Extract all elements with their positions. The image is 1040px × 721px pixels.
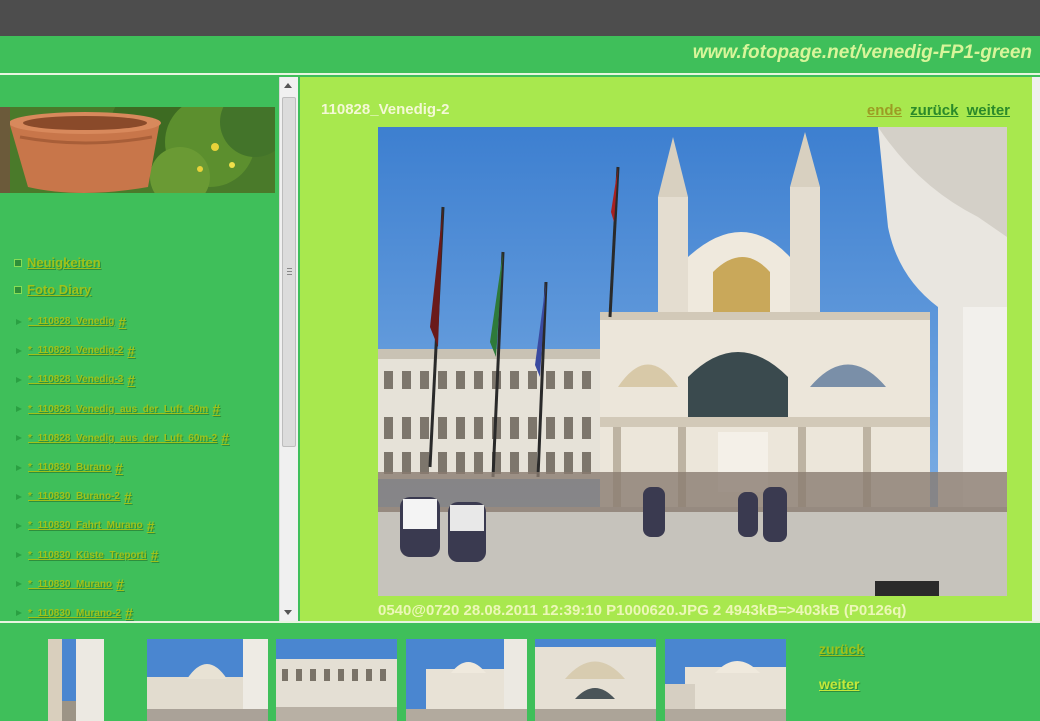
grip-icon <box>287 268 292 275</box>
pager: ende zurück weiter <box>863 102 1010 119</box>
filmstrip-back-link[interactable]: zurück <box>819 641 864 657</box>
sidebar-subitem-label[interactable]: * 110828_Venedig-3 <box>28 374 123 385</box>
arrow-bullet-icon <box>16 406 22 413</box>
sidebar-flowerpot-photo <box>0 107 275 193</box>
permalink-hash[interactable]: # <box>147 518 155 534</box>
site-url: www.fotopage.net/venedig-FP1-green <box>692 42 1032 63</box>
arrow-bullet-icon <box>16 522 22 529</box>
square-bullet-icon <box>14 285 22 294</box>
scrollbar-thumb[interactable] <box>282 97 296 447</box>
sidebar-subitem[interactable]: * 110830_Murano-2 # <box>14 599 274 621</box>
sidebar-subitem-label[interactable]: * 110828_Venedig_aus_der_Luft_60m-2 <box>28 433 217 444</box>
sidebar-subitem-label[interactable]: * 110830_Murano-2 <box>28 608 121 619</box>
permalink-hash[interactable]: # <box>212 401 220 417</box>
arrow-bullet-icon <box>16 376 22 383</box>
browser-top-bar <box>0 0 1040 36</box>
sidebar-item-label[interactable]: Neuigkeiten <box>27 255 101 270</box>
sidebar-scrollbar[interactable] <box>279 77 298 621</box>
arrow-bullet-icon <box>16 435 22 442</box>
permalink-hash[interactable]: # <box>221 430 229 446</box>
sidebar-subitem[interactable]: * 110830_Küste_Treporti # <box>14 541 274 570</box>
filmstrip: zurück weiter <box>0 621 1040 721</box>
sidebar-subitem[interactable]: * 110830_Burano-2 # <box>14 482 274 511</box>
permalink-hash[interactable]: # <box>151 547 159 563</box>
filmstrip-thumbnail[interactable] <box>406 639 527 721</box>
sidebar-item-foto-diary[interactable]: Foto Diary <box>14 276 274 303</box>
filmstrip-thumbnail[interactable] <box>665 639 786 721</box>
sidebar-subitem-label[interactable]: * 110828_Venedig-2 <box>28 345 123 356</box>
arrow-bullet-icon <box>16 581 22 588</box>
permalink-hash[interactable]: # <box>116 576 124 592</box>
photo-title: 110828_Venedig-2 <box>321 101 450 118</box>
sidebar-subitem-label[interactable]: * 110830_Burano <box>28 462 111 473</box>
arrow-bullet-icon <box>16 493 22 500</box>
sidebar-item-neuigkeiten[interactable]: Neuigkeiten <box>14 249 274 276</box>
filmstrip-thumbnail[interactable] <box>48 639 104 721</box>
sidebar-subitem-label[interactable]: * 110830_Murano <box>28 579 112 590</box>
filmstrip-next-link[interactable]: weiter <box>819 676 859 692</box>
permalink-hash[interactable]: # <box>125 605 133 621</box>
sidebar-subitem-label[interactable]: * 110830_Küste_Treporti <box>28 550 147 561</box>
sidebar-subitem-label[interactable]: * 110830_Burano-2 <box>28 491 120 502</box>
sidebar-subitem[interactable]: * 110828_Venedig_aus_der_Luft_60m # <box>14 395 274 424</box>
sidebar-item-label[interactable]: Foto Diary <box>27 282 91 297</box>
sidebar-subitem-label[interactable]: * 110828_Venedig_aus_der_Luft_60m <box>28 404 208 415</box>
sidebar-subitem[interactable]: * 110830_Murano # <box>14 570 274 599</box>
scroll-down-icon[interactable] <box>284 610 292 615</box>
permalink-hash[interactable]: # <box>127 372 135 388</box>
photo-panel: 110828_Venedig-2 ende zurück weiter 0540… <box>300 77 1032 621</box>
site-header: www.fotopage.net/venedig-FP1-green <box>0 36 1040 75</box>
arrow-bullet-icon <box>16 347 22 354</box>
sidebar: Neuigkeiten Foto Diary * 110828_Venedig #… <box>0 77 278 621</box>
permalink-hash[interactable]: # <box>124 489 132 505</box>
square-bullet-icon <box>14 258 22 267</box>
sidebar-subitem[interactable]: * 110828_Venedig-3 # <box>14 365 274 394</box>
permalink-hash[interactable]: # <box>127 343 135 359</box>
permalink-hash[interactable]: # <box>115 460 123 476</box>
sidebar-nav: Neuigkeiten Foto Diary * 110828_Venedig #… <box>14 249 274 621</box>
sidebar-subitem[interactable]: * 110828_Venedig-2 # <box>14 336 274 365</box>
arrow-bullet-icon <box>16 610 22 617</box>
main-photo-st-marks[interactable] <box>378 127 1007 596</box>
sidebar-subitem[interactable]: * 110830_Fahrt_Murano # <box>14 511 274 540</box>
sidebar-subitem-label[interactable]: * 110828_Venedig <box>28 316 114 327</box>
filmstrip-thumbnail[interactable] <box>276 639 397 721</box>
next-link[interactable]: weiter <box>967 102 1010 119</box>
filmstrip-thumbnail[interactable] <box>147 639 268 721</box>
sidebar-subitem[interactable]: * 110828_Venedig # <box>14 307 274 336</box>
page-scrollbar[interactable] <box>1032 77 1040 621</box>
permalink-hash[interactable]: # <box>118 314 126 330</box>
sidebar-subitem[interactable]: * 110830_Burano # <box>14 453 274 482</box>
back-link[interactable]: zurück <box>910 102 958 119</box>
arrow-bullet-icon <box>16 464 22 471</box>
end-link[interactable]: ende <box>867 102 902 119</box>
sidebar-subitem[interactable]: * 110828_Venedig_aus_der_Luft_60m-2 # <box>14 424 274 453</box>
photo-caption: 0540@0720 28.08.2011 12:39:10 P1000620.J… <box>378 602 907 619</box>
scroll-up-icon[interactable] <box>284 83 292 88</box>
sidebar-subitem-label[interactable]: * 110830_Fahrt_Murano <box>28 520 143 531</box>
arrow-bullet-icon <box>16 318 22 325</box>
filmstrip-thumbnail[interactable] <box>535 639 656 721</box>
arrow-bullet-icon <box>16 552 22 559</box>
